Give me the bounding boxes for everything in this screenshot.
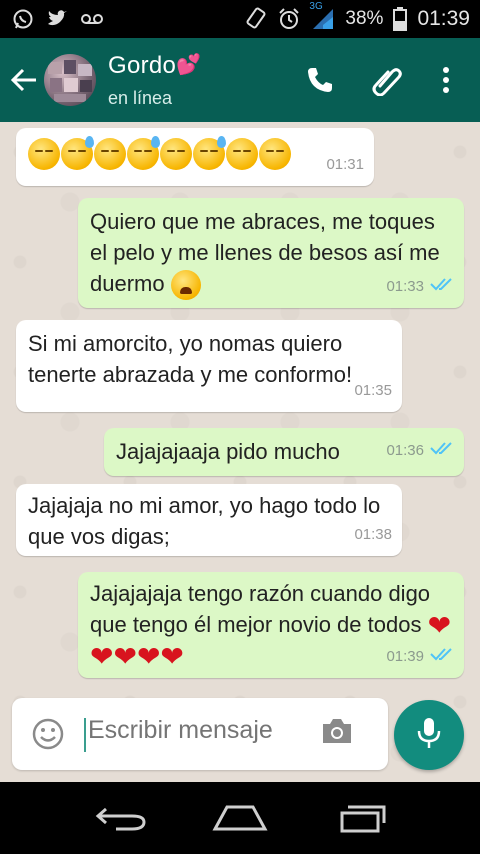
message-text: Jajajajaaja pido mucho	[116, 439, 340, 464]
navigation-bar	[0, 782, 480, 854]
sleepy-emoji	[94, 138, 126, 170]
message-time: 01:36	[386, 442, 424, 459]
signal-icon: 3G	[309, 1, 335, 31]
alarm-icon	[277, 7, 301, 31]
status-bar: 3G 38% 01:39	[0, 0, 480, 38]
sweat-emoji	[61, 136, 94, 170]
message-bubble-outgoing[interactable]: Jajajajaaja pido mucho 01:36	[104, 428, 464, 476]
message-bubble-outgoing[interactable]: Quiero que me abraces, me toques el pelo…	[78, 198, 464, 308]
message-input[interactable]	[88, 716, 308, 745]
battery-icon	[393, 7, 408, 31]
rotation-icon	[245, 7, 267, 31]
avatar[interactable]	[44, 54, 96, 106]
message-meta: 01:36	[386, 435, 454, 466]
attach-icon[interactable]	[368, 62, 404, 98]
home-icon[interactable]	[208, 800, 272, 836]
app-bar: Gordo💕 en línea	[0, 38, 480, 122]
heart-emoji: ❤	[427, 610, 452, 642]
chat-area[interactable]: 01:31 Quiero que me abraces, me toques e…	[0, 122, 480, 782]
message-meta: 01:38	[354, 519, 392, 550]
emoji-row	[28, 136, 362, 170]
message-time: 01:38	[354, 526, 392, 543]
heart-emoji: ❤	[160, 641, 184, 673]
mic-icon	[416, 716, 442, 755]
contact-status: en línea	[108, 88, 173, 108]
read-ticks-icon	[430, 641, 454, 672]
pensive-emoji	[259, 138, 291, 170]
text-caret	[84, 718, 86, 752]
weary-emoji	[170, 270, 201, 301]
message-time: 01:35	[354, 382, 392, 399]
pensive-emoji	[226, 138, 258, 170]
contact-name-text: Gordo	[108, 52, 177, 79]
network-type: 3G	[309, 1, 323, 12]
heart-emoji: ❤	[113, 641, 137, 673]
hearts-emoji: 💕	[176, 54, 202, 76]
heart-emoji: ❤	[90, 641, 114, 673]
message-meta: 01:35	[354, 375, 392, 406]
message-bubble-incoming[interactable]: Jajajaja no mi amor, yo hago todo lo que…	[16, 484, 402, 556]
read-ticks-icon	[430, 271, 454, 302]
twitter-icon	[46, 9, 68, 29]
sleepy-emoji	[160, 138, 192, 170]
back-icon[interactable]	[88, 800, 152, 836]
back-arrow-icon[interactable]	[8, 64, 40, 96]
sweat-emoji	[127, 136, 160, 170]
camera-icon[interactable]	[320, 716, 360, 752]
battery-percent: 38%	[345, 8, 384, 29]
message-bubble-incoming[interactable]: 01:31	[16, 128, 374, 186]
phone-icon[interactable]	[302, 62, 338, 98]
message-time: 01:31	[326, 156, 364, 173]
more-icon[interactable]	[428, 62, 464, 98]
message-text: Jajajaja no mi amor, yo hago todo lo que…	[28, 493, 381, 549]
message-meta: 01:39	[386, 641, 454, 672]
read-ticks-icon	[430, 435, 454, 466]
message-bubble-outgoing[interactable]: Jajajajaja tengo razón cuando digo que t…	[78, 572, 464, 678]
mic-button[interactable]	[394, 700, 464, 770]
contact-name[interactable]: Gordo💕	[108, 52, 201, 80]
message-text: Si mi amorcito, yo nomas quiero tenerte …	[28, 331, 353, 387]
message-time: 01:33	[386, 278, 424, 295]
recents-icon[interactable]	[328, 800, 392, 836]
message-composer	[12, 698, 388, 770]
status-time: 01:39	[417, 7, 470, 30]
message-meta: 01:31	[326, 149, 364, 180]
sweat-emoji	[193, 136, 226, 170]
voicemail-icon	[80, 12, 104, 26]
whatsapp-icon	[12, 8, 34, 30]
message-meta: 01:33	[386, 271, 454, 302]
message-text: Jajajajaja tengo razón cuando digo que t…	[90, 581, 431, 637]
sleepy-emoji	[28, 138, 60, 170]
message-bubble-incoming[interactable]: Si mi amorcito, yo nomas quiero tenerte …	[16, 320, 402, 412]
message-time: 01:39	[386, 648, 424, 665]
emoji-icon[interactable]	[32, 718, 64, 750]
heart-emoji: ❤	[136, 641, 161, 673]
